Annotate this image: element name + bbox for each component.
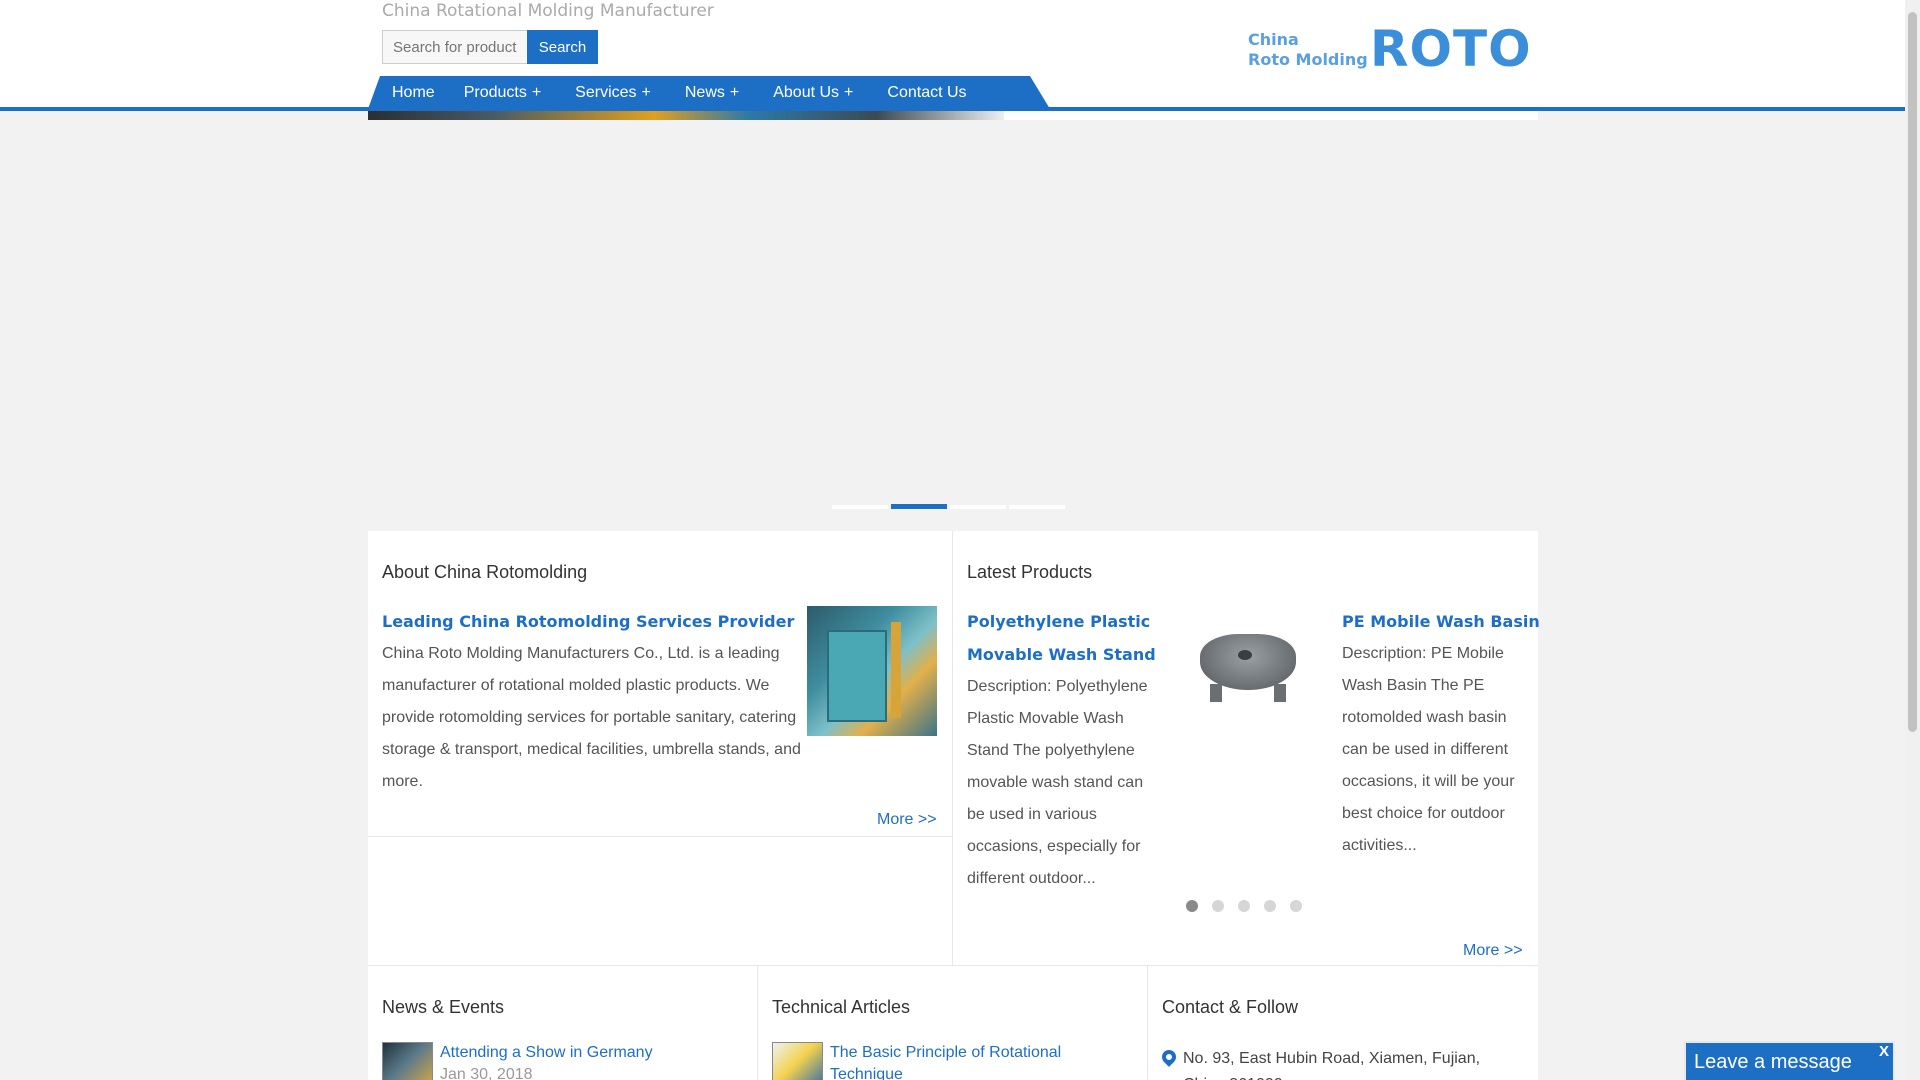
- row-divider: [368, 965, 1538, 966]
- product-title-link[interactable]: Polyethylene Plastic Movable Wash Stand: [967, 605, 1156, 671]
- expand-plus-icon: +: [641, 84, 651, 101]
- slider-dot[interactable]: [1009, 505, 1065, 509]
- news-thumbnail[interactable]: [382, 1042, 433, 1080]
- product-description: Description: PE Mobile Wash Basin The PE…: [1342, 645, 1515, 854]
- hero-slide-strip: [1004, 111, 1538, 120]
- basin-leg: [1274, 684, 1286, 702]
- news-events-title: News & Events: [382, 997, 505, 1017]
- hero-slider[interactable]: [368, 111, 1538, 519]
- leave-message-label: Leave a message: [1694, 1051, 1852, 1073]
- technical-articles-title: Technical Articles: [772, 997, 911, 1017]
- nav-item-home[interactable]: Home: [380, 76, 452, 109]
- products-more-link[interactable]: More >>: [1463, 942, 1523, 960]
- expand-plus-icon: +: [531, 84, 542, 101]
- site-tagline: China Rotational Molding Manufacturer: [382, 1, 714, 21]
- main-nav: Home Products + Services + News + About Us +…: [380, 76, 984, 109]
- search-button[interactable]: Search: [527, 30, 598, 64]
- hero-slide-image: [368, 111, 1004, 120]
- products-dot[interactable]: [1264, 900, 1276, 912]
- nav-item-about-us[interactable]: About Us +: [751, 76, 865, 109]
- logo-small-text: China Roto Molding: [1248, 30, 1368, 69]
- scrollbar-thumb[interactable]: [1908, 12, 1917, 732]
- basin-shape: [1200, 634, 1296, 690]
- column-divider: [1147, 966, 1148, 1080]
- products-dot[interactable]: [1290, 900, 1302, 912]
- nav-item-products[interactable]: Products +: [452, 76, 553, 109]
- row-divider: [368, 836, 952, 837]
- contact-address: No. 93, East Hubin Road, Xiamen, Fujian,…: [1183, 1050, 1481, 1080]
- slider-pagination: [832, 504, 1065, 509]
- about-title: About China Rotomolding: [382, 562, 588, 582]
- latest-products-title: Latest Products: [967, 562, 1093, 582]
- slider-dot[interactable]: [950, 505, 1006, 509]
- slider-dot-active[interactable]: [891, 504, 947, 509]
- about-more-link[interactable]: More >>: [877, 811, 937, 829]
- nav-item-services[interactable]: Services +: [553, 76, 663, 109]
- slider-dot[interactable]: [832, 505, 888, 509]
- about-headline-link[interactable]: Leading China Rotomolding Services Provi…: [382, 605, 794, 638]
- column-divider: [757, 966, 758, 1080]
- nav-item-contact-us[interactable]: Contact Us: [865, 76, 983, 109]
- search-input[interactable]: [382, 30, 528, 64]
- products-dot-active[interactable]: [1186, 900, 1198, 912]
- nav-item-news[interactable]: News +: [663, 76, 751, 109]
- product-title-link[interactable]: PE Mobile Wash Basin: [1342, 605, 1540, 638]
- contact-follow-title: Contact & Follow: [1162, 997, 1299, 1017]
- product-description: Description: Polyethylene Plastic Movabl…: [967, 678, 1148, 887]
- news-item-date: Jan 30, 2018: [440, 1066, 533, 1080]
- about-description: China Roto Molding Manufacturers Co., Lt…: [382, 645, 801, 790]
- close-icon[interactable]: X: [1879, 1043, 1889, 1060]
- panel-divider: [952, 531, 953, 965]
- about-image[interactable]: [807, 606, 937, 736]
- products-dot[interactable]: [1212, 900, 1224, 912]
- site-logo[interactable]: China Roto Molding ROTO: [1248, 22, 1531, 76]
- logo-big-text: ROTO: [1370, 20, 1532, 78]
- expand-plus-icon: +: [844, 84, 854, 101]
- expand-plus-icon: +: [729, 84, 740, 101]
- page-scrollbar[interactable]: [1905, 0, 1920, 1080]
- products-pagination: [1186, 900, 1302, 912]
- basin-leg: [1210, 684, 1222, 702]
- products-dot[interactable]: [1238, 900, 1250, 912]
- article-thumbnail[interactable]: [772, 1042, 823, 1080]
- basin-drain: [1238, 650, 1252, 660]
- article-item-link[interactable]: The Basic Principle of Rotational Techni…: [830, 1042, 1061, 1080]
- leave-message-widget[interactable]: Leave a message X: [1684, 1041, 1895, 1080]
- wash-basin-image[interactable]: [1180, 606, 1310, 736]
- news-item-link[interactable]: Attending a Show in Germany: [440, 1042, 653, 1064]
